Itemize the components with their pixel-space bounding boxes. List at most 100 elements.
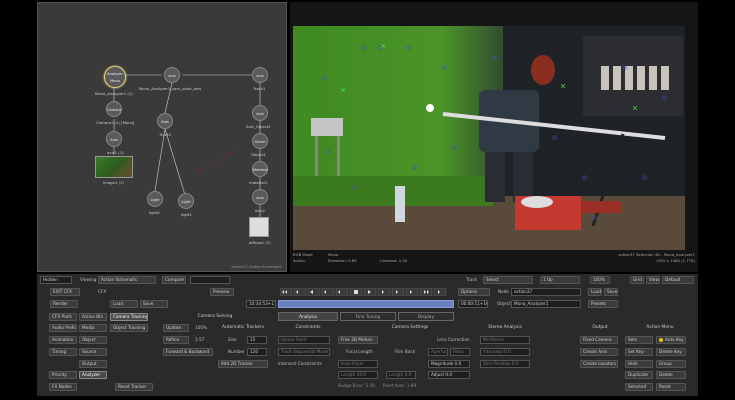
object-name-field[interactable]: Mono_Analyzer1: [511, 300, 581, 308]
forward-backward-button[interactable]: Forward & Backward: [163, 348, 213, 356]
magnitude-field[interactable]: Magnitude 0.0: [428, 360, 470, 368]
viewing-dropdown[interactable]: Action Schematic: [98, 276, 156, 284]
frame-layout-dropdown[interactable]: 1 Up: [540, 276, 580, 284]
focal-length-field[interactable]: Length 35.0: [338, 371, 378, 379]
compare-field[interactable]: [190, 276, 230, 284]
grid-button[interactable]: Grid: [630, 276, 644, 284]
axis-node-left[interactable]: Axis: [106, 131, 122, 147]
light-node-1[interactable]: Light: [147, 191, 163, 207]
reset-button[interactable]: Reset: [656, 383, 686, 391]
axis-node-right-top[interactable]: Axis: [252, 67, 268, 83]
focal-length-label: Focal Length: [346, 349, 373, 354]
camera-node-label: Camera1 (1) [Mono]: [96, 120, 135, 125]
reset-tracker-button[interactable]: Reset Tracker: [115, 383, 153, 391]
action-schematic-view[interactable]: Analyzer Mono Mono_Analyzer1 (1) Axis Mo…: [37, 2, 287, 272]
image-node-thumbnail[interactable]: [95, 156, 133, 178]
node-load-button[interactable]: Load: [588, 288, 602, 296]
output-button[interactable]: Output: [79, 360, 107, 368]
cfx-label: CFX: [98, 289, 107, 294]
axis-node-right-3[interactable]: Axis: [252, 189, 268, 205]
create-axis-button[interactable]: Create Axis: [580, 348, 618, 356]
tab-display[interactable]: Display: [398, 312, 454, 321]
update-button[interactable]: Update: [163, 324, 189, 332]
cfx-prefs-button[interactable]: CFX Prefs: [49, 313, 77, 321]
auto-focal-button[interactable]: Auto Focal: [338, 360, 378, 368]
adjust-field[interactable]: Adjust 0.0: [428, 371, 470, 379]
set-key-button[interactable]: Set Key: [625, 348, 653, 356]
axis-node-mid-label: Track1: [159, 132, 172, 137]
auto-key-toggle[interactable]: Auto Key: [656, 336, 686, 344]
axis-node-right-2[interactable]: Axis: [252, 105, 268, 121]
presets-dropdown[interactable]: Presets: [588, 300, 618, 308]
light-node-2[interactable]: Light: [178, 193, 194, 209]
source-button[interactable]: Source: [79, 348, 107, 356]
material-node[interactable]: Material: [252, 161, 268, 177]
diffuse-node-thumbnail[interactable]: [249, 217, 269, 237]
create-locators-button[interactable]: Create Locators: [580, 360, 618, 368]
selected-dropdown[interactable]: Selected: [625, 383, 653, 391]
render-button[interactable]: Render: [50, 300, 78, 308]
node-save-button[interactable]: Save: [604, 288, 618, 296]
image-node-label: image1 (1): [103, 180, 124, 185]
exit-cfx-button[interactable]: EXIT CFX: [50, 288, 80, 296]
delete-button[interactable]: Delete: [656, 371, 686, 379]
group-button[interactable]: Group: [656, 360, 686, 368]
compare-button[interactable]: Compare: [162, 276, 186, 284]
active-btn-button[interactable]: Active Btn: [79, 313, 107, 321]
fixed-camera-button[interactable]: Fixed Camera: [580, 336, 618, 344]
timecode-out-field[interactable]: 00:00:11+16: [458, 300, 488, 308]
animation-button[interactable]: Animation: [49, 336, 77, 344]
setup-save-button[interactable]: Save: [140, 300, 168, 308]
zero-parallax-field[interactable]: Zero Parallax 0.0: [480, 360, 530, 368]
axis-node-top[interactable]: Axis: [164, 67, 180, 83]
zoom-dropdown[interactable]: 100%: [590, 276, 610, 284]
media-button[interactable]: Media: [79, 324, 107, 332]
delete-key-button[interactable]: Delete Key: [656, 348, 686, 356]
image-viewer[interactable]: RGB Mode Action Mono Elevation: 0.89 Con…: [290, 2, 698, 272]
transport-controls[interactable]: [280, 288, 455, 296]
node-name-field[interactable]: action37: [511, 288, 581, 296]
hidden-toggle[interactable]: Hidden: [40, 276, 72, 284]
object-button[interactable]: Object: [79, 336, 107, 344]
timecode-in-field[interactable]: 10:34:53+11: [246, 300, 276, 308]
tab-fine-tuning[interactable]: Fine Tuning: [340, 312, 396, 321]
intersect-constraints-label: Intersect Constraints: [278, 361, 322, 366]
axis-node-mid[interactable]: Axis: [157, 113, 173, 129]
diffuse-node-label: diffuse1 (2): [249, 240, 271, 245]
track-sequential-button[interactable]: Track Sequential Mode: [278, 348, 330, 356]
duplicate-button[interactable]: Duplicate: [625, 371, 653, 379]
no-stereo-dropdown[interactable]: No Stereo: [480, 336, 530, 344]
fx-nodes-button[interactable]: FX Nodes: [49, 383, 77, 391]
analyzer-button[interactable]: Analyzer: [79, 371, 107, 379]
view-button[interactable]: View: [646, 276, 660, 284]
number-field[interactable]: 120: [247, 348, 267, 356]
interaxial-field[interactable]: Interaxial 0.0: [480, 348, 530, 356]
priority-button[interactable]: Priority: [49, 371, 77, 379]
refine-button[interactable]: Refine: [163, 336, 189, 344]
ignore-fixed-button[interactable]: Ignore Fixed: [278, 336, 330, 344]
add-2d-tracker-button[interactable]: Add 2D Tracker: [218, 360, 268, 368]
audio-prefs-button[interactable]: Audio Prefs: [49, 324, 77, 332]
analyzer-node[interactable]: Analyzer Mono: [104, 66, 126, 88]
camera-tracking-frame[interactable]: [293, 26, 685, 250]
sets-button[interactable]: Sets: [625, 336, 653, 344]
film-back-field[interactable]: Length 0.0: [386, 371, 416, 379]
timeline-bar[interactable]: [278, 300, 454, 308]
size-field[interactable]: 15: [247, 336, 267, 344]
options-dropdown[interactable]: Options: [458, 288, 490, 296]
preview-button[interactable]: Preview: [210, 288, 234, 296]
tab-analysis[interactable]: Analysis: [278, 312, 338, 321]
geom-node[interactable]: Geom: [252, 133, 268, 149]
ratio-field[interactable]: Ratio: [450, 348, 470, 356]
hide-button[interactable]: Hide: [625, 360, 653, 368]
free-3d-motion-dropdown[interactable]: Free 3D Motion: [338, 336, 378, 344]
object-tracking-button[interactable]: Object Tracking: [110, 324, 148, 332]
default-dropdown[interactable]: Default: [662, 276, 694, 284]
viewer-elevation: Elevation: 0.89: [328, 258, 357, 263]
camera-tracking-button[interactable]: Camera Tracking: [110, 313, 148, 321]
aperture-field[interactable]: Aperture: [428, 348, 448, 356]
setup-load-button[interactable]: Load: [110, 300, 138, 308]
track-select-dropdown[interactable]: Select: [483, 276, 533, 284]
camera-node[interactable]: Camera: [106, 101, 122, 117]
timing-button[interactable]: Timing: [49, 348, 77, 356]
